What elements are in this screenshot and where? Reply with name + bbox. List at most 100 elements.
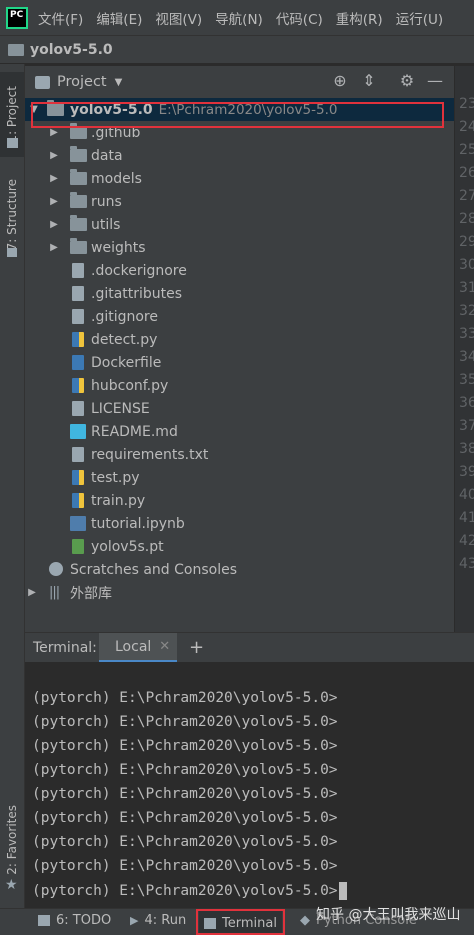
file-name: yolov5s.pt <box>91 538 164 555</box>
gitignore-file-icon <box>72 309 84 324</box>
project-view-icon <box>35 75 50 89</box>
terminal-output[interactable]: (pytorch) E:\Pchram2020\yolov5-5.0> (pyt… <box>25 662 474 908</box>
project-tab-icon <box>7 138 18 148</box>
file-name: README.md <box>91 423 178 440</box>
tree-row-file[interactable]: detect.py <box>25 328 454 351</box>
file-name: tutorial.ipynb <box>91 515 185 532</box>
line-number: 23 <box>459 96 474 112</box>
file-name: detect.py <box>91 331 158 348</box>
minimize-icon[interactable]: — <box>425 71 445 91</box>
terminal-prompt-text: (pytorch) E:\Pchram2020\yolov5-5.0> <box>32 883 338 899</box>
menu-code[interactable]: 代码(C) <box>276 8 323 28</box>
line-number: 37 <box>459 418 474 434</box>
tool-tab-todo[interactable]: 6: TODO <box>38 913 111 928</box>
tree-row-file[interactable]: requirements.txt <box>25 443 454 466</box>
terminal-line: (pytorch) E:\Pchram2020\yolov5-5.0> <box>32 858 338 874</box>
terminal-line: (pytorch) E:\Pchram2020\yolov5-5.0> <box>32 714 338 730</box>
terminal-line: (pytorch) E:\Pchram2020\yolov5-5.0> <box>32 690 338 706</box>
terminal-line: (pytorch) E:\Pchram2020\yolov5-5.0> <box>32 834 338 850</box>
gear-icon[interactable]: ⚙ <box>397 71 417 91</box>
collapsed-arrow-icon[interactable]: ▶ <box>49 127 59 138</box>
tree-row-file[interactable]: LICENSE <box>25 397 454 420</box>
line-number: 27 <box>459 188 474 204</box>
terminal-title: Terminal: <box>33 639 97 656</box>
tree-row-file[interactable]: train.py <box>25 489 454 512</box>
file-name: .gitattributes <box>91 285 183 302</box>
collapsed-arrow-icon[interactable]: ▶ <box>49 150 59 161</box>
collapsed-arrow-icon[interactable]: ▶ <box>49 173 59 184</box>
model-file-icon <box>72 539 84 554</box>
menu-edit[interactable]: 编辑(E) <box>96 8 142 28</box>
favorites-star-icon: ★ <box>5 877 18 893</box>
line-number: 31 <box>459 280 474 296</box>
tool-tab-run-label: 4: Run <box>144 913 187 928</box>
external-libraries-label: 外部库 <box>70 585 112 602</box>
terminal-header: Terminal: Local ✕ + <box>25 632 474 663</box>
notebook-file-icon <box>70 516 86 531</box>
chevron-down-icon[interactable]: ▼ <box>115 77 123 88</box>
close-icon[interactable]: ✕ <box>159 639 170 654</box>
terminal-highlight-box <box>196 909 285 935</box>
menu-navigate[interactable]: 导航(N) <box>215 8 263 28</box>
package-folder-icon <box>70 169 87 185</box>
list-icon <box>38 915 50 926</box>
folder-icon <box>70 192 87 208</box>
tree-row-file[interactable]: test.py <box>25 466 454 489</box>
folder-icon <box>8 43 24 56</box>
add-tab-icon[interactable]: + <box>189 637 204 658</box>
line-number: 29 <box>459 234 474 250</box>
collapsed-arrow-icon[interactable]: ▶ <box>49 242 59 253</box>
terminal-line: (pytorch) E:\Pchram2020\yolov5-5.0> <box>32 810 338 826</box>
docker-file-icon <box>72 355 84 370</box>
tree-row-file[interactable]: README.md <box>25 420 454 443</box>
project-panel-header: Project ▼ ⊕ ⇕ ⚙ — <box>25 66 454 98</box>
folder-name: weights <box>91 239 146 256</box>
line-number: 30 <box>459 257 474 273</box>
menu-file[interactable]: 文件(F) <box>38 8 83 28</box>
tool-tab-structure[interactable]: 7: Structure <box>0 170 24 260</box>
tree-row-folder[interactable]: ▶ models <box>25 167 454 190</box>
terminal-prompt-line: (pytorch) E:\Pchram2020\yolov5-5.0> <box>32 882 347 900</box>
breadcrumb-project[interactable]: yolov5-5.0 <box>30 42 113 58</box>
tree-row-file[interactable]: Dockerfile <box>25 351 454 374</box>
line-number: 42 <box>459 533 474 549</box>
menu-refactor[interactable]: 重构(R) <box>336 8 383 28</box>
line-number: 33 <box>459 326 474 342</box>
tree-row-folder[interactable]: ▶ utils <box>25 213 454 236</box>
line-number: 43 <box>459 556 474 572</box>
tree-row-file[interactable]: yolov5s.pt <box>25 535 454 558</box>
collapsed-arrow-icon[interactable]: ▶ <box>27 587 37 598</box>
terminal-line: (pytorch) E:\Pchram2020\yolov5-5.0> <box>32 762 338 778</box>
tab-local[interactable]: Local ✕ <box>99 633 177 663</box>
menu-view[interactable]: 视图(V) <box>155 8 202 28</box>
menu-run[interactable]: 运行(U) <box>396 8 443 28</box>
line-number: 25 <box>459 142 474 158</box>
file-name: .dockerignore <box>91 262 187 279</box>
collapsed-arrow-icon[interactable]: ▶ <box>49 196 59 207</box>
collapsed-arrow-icon[interactable]: ▶ <box>49 219 59 230</box>
locate-target-icon[interactable]: ⊕ <box>330 71 350 91</box>
folder-icon <box>70 146 87 162</box>
tree-row-scratches[interactable]: Scratches and Consoles <box>25 558 454 581</box>
tree-row-folder[interactable]: ▶ weights <box>25 236 454 259</box>
project-view-selector[interactable]: Project <box>57 74 107 90</box>
tool-tab-run[interactable]: ▶ 4: Run <box>130 913 186 928</box>
folder-name: runs <box>91 193 122 210</box>
tree-row-file[interactable]: .dockerignore <box>25 259 454 282</box>
tree-row-file[interactable]: .gitattributes <box>25 282 454 305</box>
tool-tab-favorites[interactable]: 2: Favorites <box>0 804 24 876</box>
scratches-label: Scratches and Consoles <box>70 561 237 578</box>
root-highlight-box <box>31 102 444 128</box>
line-number: 41 <box>459 510 474 526</box>
tree-row-file[interactable]: .gitignore <box>25 305 454 328</box>
tree-row-file[interactable]: tutorial.ipynb <box>25 512 454 535</box>
tree-row-external-libraries[interactable]: ▶ ||| 外部库 <box>25 581 454 604</box>
collapse-all-icon[interactable]: ⇕ <box>359 71 379 91</box>
tool-tab-project-label: 1: Project <box>5 86 19 143</box>
markdown-file-icon <box>70 424 86 439</box>
tree-row-file[interactable]: hubconf.py <box>25 374 454 397</box>
file-name: hubconf.py <box>91 377 169 394</box>
tree-row-folder[interactable]: ▶ runs <box>25 190 454 213</box>
tree-row-folder[interactable]: ▶ data <box>25 144 454 167</box>
line-number: 26 <box>459 165 474 181</box>
